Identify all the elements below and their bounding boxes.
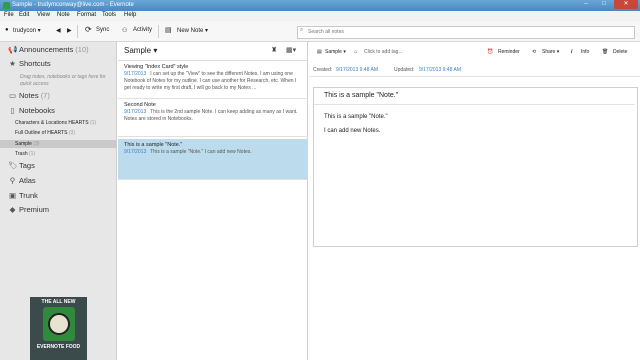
sidebar-item-announcements[interactable]: 📢 Announcements (10): [8, 45, 89, 54]
menu-tools[interactable]: Tools: [102, 12, 116, 18]
note-title: Viewing "Index Card" style: [124, 64, 189, 70]
sync-icon[interactable]: ⟳: [85, 25, 92, 34]
sidebar-item-premium[interactable]: ◆ Premium: [8, 205, 49, 214]
trunk-icon: ▣: [8, 191, 17, 200]
share-button[interactable]: Share ▾: [542, 49, 559, 55]
menu-format[interactable]: Format: [77, 12, 96, 18]
notebook-sample[interactable]: Sample (3): [15, 141, 39, 147]
menu-note[interactable]: Note: [57, 12, 70, 18]
new-note-icon: ▤: [165, 27, 172, 34]
created-label: Created:: [313, 67, 333, 73]
sidebar-item-notes[interactable]: ▭ Notes (7): [8, 91, 50, 100]
star-icon: ★: [9, 59, 16, 68]
created-date: 9/17/2013 9:48 AM: [336, 67, 378, 73]
back-icon[interactable]: ◀: [56, 27, 61, 34]
note-snippet: 9/17/2013 This is a sample "Note." I can …: [124, 149, 252, 155]
reminder-button[interactable]: Reminder: [498, 49, 520, 55]
info-button[interactable]: Info: [581, 49, 589, 55]
shortcuts-hint: Drag notes, notebooks or tags here for q…: [20, 74, 106, 87]
list-item-selected[interactable]: This is a sample "Note." 9/17/2013 This i…: [118, 139, 308, 180]
tag-icon: 🏷: [8, 161, 18, 170]
title-bar: Sample - trudymconway@live.com - Evernot…: [0, 0, 640, 11]
note-content-area[interactable]: This is a sample "Note." This is a sampl…: [313, 87, 638, 247]
sync-button[interactable]: Sync: [96, 27, 109, 33]
view-options-icon[interactable]: ▦▾: [286, 46, 296, 54]
sidebar-item-tags[interactable]: 🏷Tags: [8, 161, 35, 170]
activity-button[interactable]: Activity: [133, 27, 152, 33]
info-icon: i: [571, 49, 573, 55]
sidebar: 📢 Announcements (10) ★ Shortcuts Drag note…: [0, 42, 117, 360]
delete-button[interactable]: Delete: [613, 49, 627, 55]
note-list-header: Sample ▾ ♜ ▦▾: [118, 42, 308, 61]
note-snippet: 9/17/2013 This is the 2nd sample Note. I …: [124, 109, 298, 122]
note-snippet: 9/17/2013 I can set up the "View" to see …: [124, 71, 297, 91]
note-list-panel: Sample ▾ ♜ ▦▾ Viewing "Index Card" style…: [118, 42, 308, 360]
activity-icon: ⚇: [122, 28, 128, 34]
window-title: Sample - trudymconway@live.com - Evernot…: [12, 2, 134, 8]
note-title-field[interactable]: This is a sample "Note.": [314, 88, 635, 105]
menu-file[interactable]: File: [4, 12, 14, 18]
notebook-characters-locations[interactable]: Characters & Locations HEARTS (1): [15, 120, 96, 126]
food-app-icon: [43, 307, 75, 341]
note-metadata: Created: 9/17/2013 9:48 AM Updated: 9/17…: [309, 62, 640, 77]
note-body-line: This is a sample "Note.": [324, 114, 388, 120]
note-title: Second Note: [124, 102, 156, 108]
sidebar-item-trunk[interactable]: ▣ Trunk: [8, 191, 38, 200]
notebook-trash[interactable]: Trash (1): [15, 151, 35, 157]
list-item[interactable]: Viewing "Index Card" style 9/17/2013 I ca…: [118, 61, 308, 99]
search-box[interactable]: ⌕: [297, 26, 635, 39]
menu-edit[interactable]: Edit: [19, 12, 29, 18]
close-button[interactable]: ✕: [614, 0, 638, 9]
sidebar-item-notebooks[interactable]: ▯ Notebooks: [8, 106, 54, 115]
share-notebook-icon[interactable]: ♜: [271, 46, 277, 54]
updated-date: 9/17/2013 9:48 AM: [419, 67, 461, 73]
tag-icon: ⌂: [354, 49, 358, 55]
notebook-full-outline[interactable]: Full Outline of HEARTS (3): [15, 130, 75, 136]
trash-icon: 🗑: [602, 49, 609, 55]
new-note-button[interactable]: New Note ▾: [177, 27, 208, 34]
sidebar-item-shortcuts[interactable]: ★ Shortcuts: [8, 59, 51, 68]
maximize-button[interactable]: □: [596, 0, 612, 9]
ad-product-name: EVERNOTE FOOD: [36, 344, 81, 350]
user-icon: ●: [5, 27, 9, 33]
note-editor: ▤ Sample ▾ ⌂ Click to add tag... ⏰ Remin…: [309, 42, 640, 360]
search-icon: ⌕: [300, 27, 304, 33]
share-icon: ⟲: [532, 49, 537, 55]
menu-view[interactable]: View: [37, 12, 50, 18]
evernote-app-icon: [3, 2, 10, 9]
ad-headline: THE ALL NEW: [41, 299, 76, 305]
list-item[interactable]: Second Note 9/17/2013 This is the 2nd sam…: [118, 99, 308, 137]
updated-label: Updated:: [394, 67, 415, 73]
reminder-icon: ⏰: [487, 49, 494, 55]
search-input[interactable]: [308, 27, 628, 36]
location-pin-icon: ⚲: [9, 176, 16, 185]
premium-icon: ◆: [9, 205, 16, 214]
notebook-selector[interactable]: Sample ▾: [124, 46, 157, 55]
note-body-line: I can add new Notes.: [324, 128, 381, 134]
megaphone-icon: 📢: [8, 45, 18, 54]
forward-icon[interactable]: ▶: [67, 27, 72, 34]
notebook-icon: ▤: [317, 49, 322, 55]
note-notebook-selector[interactable]: Sample ▾: [325, 49, 346, 55]
note-toolbar: ▤ Sample ▾ ⌂ Click to add tag... ⏰ Remin…: [309, 42, 640, 62]
minimize-button[interactable]: –: [578, 0, 594, 9]
menu-bar: File Edit View Note Format Tools Help: [0, 11, 640, 21]
toolbar: ● trudycon ▾ ◀ ▶ ⟳ Sync ⚇ Activity ▤ New…: [0, 21, 640, 42]
notebook-icon: ▯: [10, 106, 15, 115]
add-tag-field[interactable]: Click to add tag...: [364, 49, 403, 55]
sidebar-item-atlas[interactable]: ⚲ Atlas: [8, 176, 36, 185]
note-title: This is a sample "Note.": [124, 142, 183, 148]
note-icon: ▭: [8, 91, 17, 100]
menu-help[interactable]: Help: [124, 12, 136, 18]
evernote-food-ad[interactable]: THE ALL NEW EVERNOTE FOOD: [30, 297, 87, 360]
account-menu[interactable]: trudycon ▾: [13, 27, 41, 34]
